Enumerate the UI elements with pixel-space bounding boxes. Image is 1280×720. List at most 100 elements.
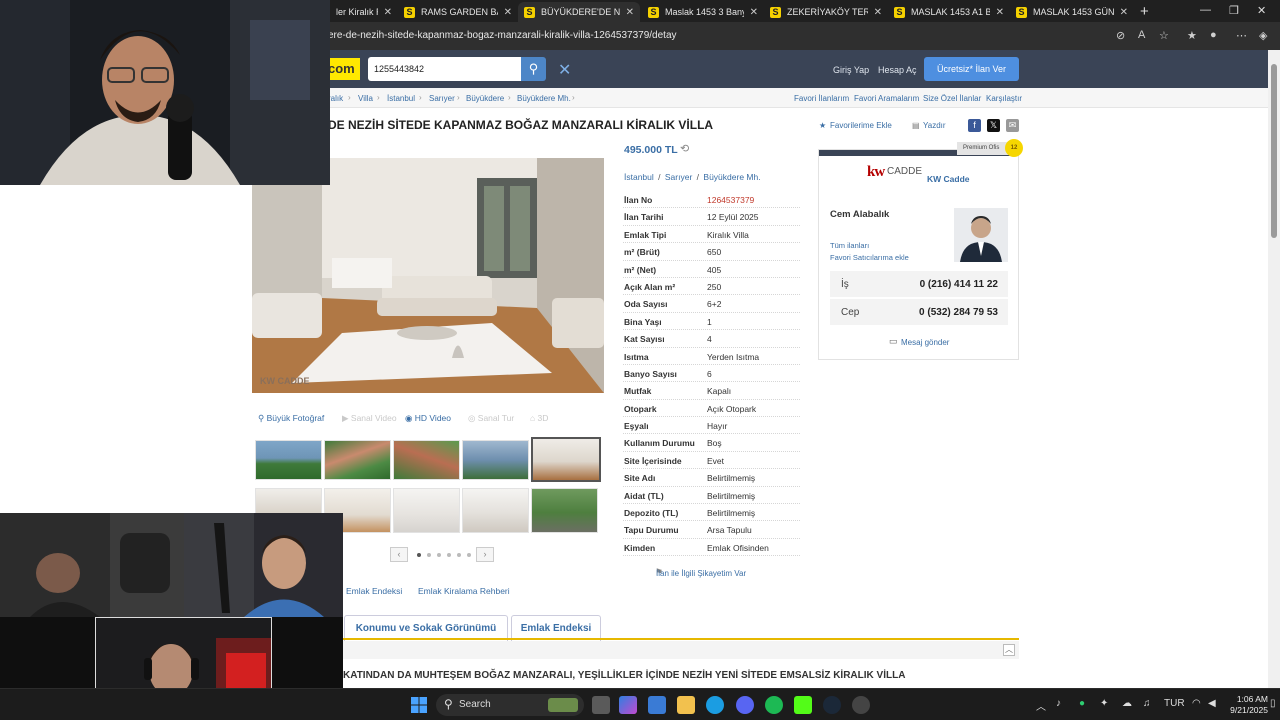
- profile-icon[interactable]: ●: [1210, 29, 1217, 41]
- kick-icon[interactable]: [794, 696, 812, 714]
- close-tab-icon[interactable]: ✕: [874, 7, 882, 18]
- big-photo-link[interactable]: ⚲ Büyük Fotoğraf: [258, 413, 324, 424]
- copilot-app-icon[interactable]: [619, 696, 637, 714]
- photo-thumbnail[interactable]: [531, 488, 598, 533]
- app-tray-icon[interactable]: ✦: [1100, 698, 1108, 709]
- favorite-seller-link[interactable]: Favori Satıcılarıma ekle: [830, 253, 909, 262]
- print-icon[interactable]: ▤: [912, 121, 920, 130]
- network-off-icon[interactable]: ☁: [1122, 698, 1132, 709]
- more-icon[interactable]: ⋯: [1236, 29, 1247, 42]
- browser-tab[interactable]: S RAMS GARDEN BAHÇ ✕: [398, 2, 518, 22]
- page-dot[interactable]: [467, 553, 471, 557]
- breadcrumb-item[interactable]: Büyükdere: [466, 94, 504, 103]
- favorites-icon[interactable]: ★: [1187, 29, 1197, 42]
- browser-tab[interactable]: S Maslak 1453 3 Banyo 2 ✕: [642, 2, 764, 22]
- discord-icon[interactable]: [736, 696, 754, 714]
- clear-search-icon[interactable]: ✕: [558, 60, 571, 80]
- page-dot[interactable]: [457, 553, 461, 557]
- photo-thumbnail[interactable]: [255, 440, 322, 480]
- search-button[interactable]: ⚲: [521, 57, 546, 81]
- close-tab-icon[interactable]: ✕: [1120, 7, 1128, 18]
- photo-thumbnail[interactable]: [393, 488, 460, 533]
- location-city[interactable]: İstanbul: [624, 172, 654, 182]
- special-listings-link[interactable]: Size Özel İlanlar: [923, 94, 981, 103]
- favorite-listings-link[interactable]: Favori İlanlarım: [794, 94, 849, 103]
- taskbar-search[interactable]: ⚲ Search: [436, 694, 584, 716]
- send-message-link[interactable]: Mesaj gönder: [901, 338, 949, 347]
- store-icon[interactable]: [648, 696, 666, 714]
- compare-link[interactable]: Karşılaştır: [986, 94, 1022, 103]
- steam-icon[interactable]: [823, 696, 841, 714]
- browser-tab-active[interactable]: S BÜYÜKDERE'DE NEZİH ✕: [518, 2, 640, 22]
- scrollbar-thumb[interactable]: [1271, 64, 1277, 238]
- mobile-phone-row[interactable]: Cep 0 (532) 284 79 53: [830, 299, 1008, 325]
- location-district[interactable]: Sarıyer: [665, 172, 692, 182]
- browser-tab[interactable]: S MASLAK 1453 GÜNCEL ✕: [1010, 2, 1134, 22]
- notifications-icon[interactable]: ▯: [1270, 698, 1276, 709]
- page-dot-active[interactable]: [417, 553, 421, 557]
- file-explorer-icon[interactable]: [677, 696, 695, 714]
- main-listing-photo[interactable]: KW CADDE: [252, 158, 604, 393]
- page-dot[interactable]: [437, 553, 441, 557]
- previous-page-button[interactable]: ‹: [390, 547, 408, 562]
- register-link[interactable]: Hesap Aç: [878, 65, 917, 75]
- kw-logo[interactable]: kw: [867, 164, 885, 181]
- tracking-icon[interactable]: ⊘: [1116, 29, 1125, 42]
- breadcrumb-item[interactable]: Villa: [358, 94, 373, 103]
- all-ads-link[interactable]: Tüm ilanları: [830, 241, 869, 250]
- breadcrumb-item[interactable]: Sarıyer: [429, 94, 455, 103]
- close-tab-icon[interactable]: ✕: [996, 7, 1004, 18]
- add-favorite-link[interactable]: Favorilerime Ekle: [830, 121, 892, 130]
- photo-thumbnail[interactable]: [393, 440, 460, 480]
- page-dot[interactable]: [427, 553, 431, 557]
- work-phone-row[interactable]: İş 0 (216) 414 11 22: [830, 271, 1008, 297]
- windows-start-icon[interactable]: [410, 696, 428, 714]
- close-tab-icon[interactable]: ✕: [504, 7, 512, 18]
- photo-thumbnail[interactable]: [324, 440, 391, 480]
- volume-icon[interactable]: ♪: [1056, 698, 1061, 709]
- copilot-icon[interactable]: ◈: [1259, 29, 1267, 42]
- tray-chevron-icon[interactable]: ︿: [1036, 698, 1046, 713]
- spotify-icon[interactable]: [765, 696, 783, 714]
- photo-thumbnail[interactable]: [462, 488, 529, 533]
- status-dot-icon[interactable]: ●: [1079, 698, 1085, 709]
- print-link[interactable]: Yazdır: [923, 121, 946, 130]
- rental-guide-link[interactable]: Emlak Kiralama Rehberi: [418, 586, 510, 596]
- office-name-link[interactable]: KW Cadde: [927, 174, 970, 184]
- price-history-icon[interactable]: ⟲: [680, 142, 689, 155]
- task-view-icon[interactable]: [592, 696, 610, 714]
- page-dot[interactable]: [447, 553, 451, 557]
- close-tab-icon[interactable]: ✕: [384, 7, 392, 18]
- page-scrollbar[interactable]: [1268, 50, 1280, 688]
- next-page-button[interactable]: ›: [476, 547, 494, 562]
- edge-browser-icon[interactable]: [706, 696, 724, 714]
- breadcrumb-item[interactable]: Büyükdere Mh.: [517, 94, 571, 103]
- breadcrumb-item[interactable]: İstanbul: [387, 94, 415, 103]
- email-share-icon[interactable]: ✉: [1006, 119, 1019, 132]
- favorite-searches-link[interactable]: Favori Aramalarım: [854, 94, 919, 103]
- x-share-icon[interactable]: 𝕏: [987, 119, 1000, 132]
- language-indicator[interactable]: TUR: [1164, 698, 1185, 709]
- favorite-star-icon[interactable]: ☆: [1159, 29, 1169, 42]
- breadcrumb-item[interactable]: ralık: [328, 94, 343, 103]
- close-window-icon[interactable]: ✕: [1257, 4, 1266, 17]
- real-estate-index-link[interactable]: Emlak Endeksi: [346, 586, 402, 596]
- browser-tab[interactable]: S MASLAK 1453 A1 BLOK ✕: [888, 2, 1010, 22]
- browser-tab[interactable]: S ZEKERİYAKÖY TERRACI ✕: [764, 2, 888, 22]
- login-link[interactable]: Giriş Yap: [833, 65, 869, 75]
- url-text[interactable]: ere-de-nezih-sitede-kapanmaz-bogaz-manza…: [328, 30, 677, 41]
- maximize-icon[interactable]: ❐: [1229, 4, 1239, 17]
- system-clock[interactable]: 1:06 AM 9/21/2025: [1228, 694, 1268, 716]
- new-tab-icon[interactable]: +: [1140, 3, 1149, 20]
- read-aloud-icon[interactable]: A: [1138, 29, 1145, 41]
- complaint-link[interactable]: İlan ile İlgili Şikayetim Var: [656, 569, 746, 578]
- browser-tab[interactable]: ler Kiralık Re ✕: [330, 2, 398, 22]
- facebook-share-icon[interactable]: f: [968, 119, 981, 132]
- photo-thumbnail[interactable]: [462, 440, 529, 480]
- post-ad-button[interactable]: Ücretsiz* İlan Ver: [924, 57, 1019, 81]
- photo-thumbnail-selected[interactable]: [531, 437, 601, 482]
- close-tab-icon[interactable]: ✕: [626, 7, 634, 18]
- location-neighborhood[interactable]: Büyükdere Mh.: [703, 172, 760, 182]
- collapse-icon[interactable]: ︿: [1003, 644, 1015, 656]
- search-input[interactable]: [368, 57, 521, 81]
